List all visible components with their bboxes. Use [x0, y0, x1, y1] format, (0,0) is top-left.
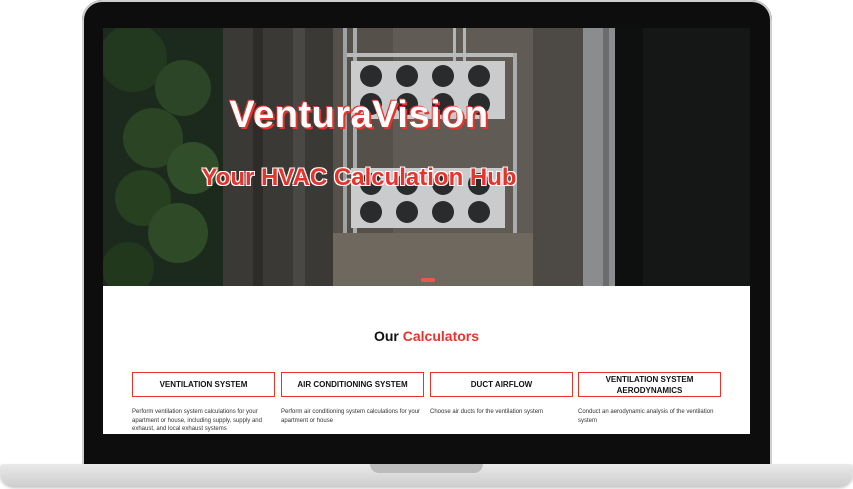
duct-airflow-button[interactable]: DUCT AIRFLOW: [430, 372, 573, 397]
duct-airflow-description: Choose air ducts for the ventilation sys…: [430, 409, 544, 415]
carousel-indicator[interactable]: [421, 278, 435, 282]
hero-title: VenturaVision: [229, 94, 489, 136]
ventilation-system-button[interactable]: VENTILATION SYSTEM: [132, 372, 275, 397]
hero-background-image: [103, 28, 750, 286]
hero-banner: VenturaVision Your HVAC Calculation Hub: [103, 28, 750, 286]
ventilation-aerodynamics-description: Conduct an aerodynamic analysis of the v…: [578, 409, 714, 424]
ventilation-aerodynamics-button[interactable]: VENTILATION SYSTEM AERODYNAMICS: [578, 372, 721, 397]
heading-accent: Calculators: [402, 328, 480, 344]
hero-subtitle: Your HVAC Calculation Hub: [201, 164, 517, 191]
laptop-notch: [370, 464, 483, 473]
ventilation-system-description: Perform ventilation system calculations …: [132, 409, 262, 432]
air-conditioning-system-description: Perform air conditioning system calculat…: [281, 409, 421, 424]
laptop-base: [0, 464, 853, 486]
air-conditioning-system-button[interactable]: AIR CONDITIONING SYSTEM: [281, 372, 424, 397]
heading-plain: Our: [373, 328, 399, 344]
browser-screen: VenturaVision Your HVAC Calculation Hub …: [103, 28, 750, 434]
calculators-heading: Our Calculators: [103, 328, 750, 344]
